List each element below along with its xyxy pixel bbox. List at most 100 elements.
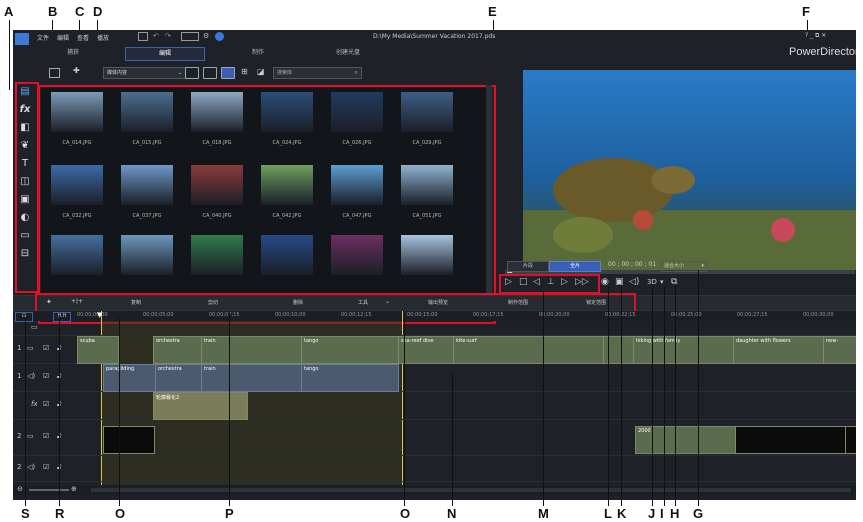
audio1-clip[interactable]: tango	[301, 364, 399, 392]
sort-icon[interactable]: ◪	[257, 67, 265, 76]
audio1-clip[interactable]: train	[201, 364, 303, 392]
copy-button[interactable]: 复制	[131, 299, 141, 306]
audio-mixing-room-icon[interactable]: ▣	[19, 194, 31, 206]
media-thumbnail[interactable]	[401, 235, 453, 275]
media-thumbnail[interactable]	[51, 235, 103, 275]
save-icon[interactable]	[138, 32, 148, 41]
volume-icon[interactable]: ◁)	[629, 277, 639, 287]
resolution-icon[interactable]	[181, 32, 199, 41]
video1-clip[interactable]: tango	[301, 336, 399, 364]
media-thumbnail[interactable]	[121, 92, 173, 132]
media-thumbnail[interactable]	[331, 235, 383, 275]
video1-clip[interactable]: scuba	[77, 336, 119, 364]
media-thumbnail[interactable]	[401, 92, 453, 132]
chapter-room-icon[interactable]: ▭	[19, 230, 31, 242]
video1-clip[interactable]: daughter with flowers	[733, 336, 825, 364]
video1-clip[interactable]: kite-surf	[453, 336, 605, 364]
menu-view[interactable]: 查看	[77, 33, 89, 42]
redo-icon[interactable]: ↷	[165, 32, 171, 40]
split-icon[interactable]: ⊥	[547, 277, 555, 287]
media-thumbnail[interactable]	[121, 165, 173, 205]
media-thumbnail[interactable]	[401, 165, 453, 205]
window-controls[interactable]: ? _ ⧉ ✕	[805, 32, 826, 40]
media-thumbnail[interactable]	[261, 92, 313, 132]
video1-clip[interactable]: train	[201, 336, 303, 364]
track-enable-checkbox[interactable]: ☑	[43, 463, 49, 471]
lock-range-button[interactable]: 锁定范围	[586, 299, 606, 306]
video1-clip[interactable]: hiking with family	[633, 336, 735, 364]
media-thumbnail[interactable]	[191, 235, 243, 275]
undo-icon[interactable]: ↶	[153, 32, 159, 40]
media-thumbnail[interactable]	[51, 92, 103, 132]
play-icon[interactable]: ▷	[505, 277, 512, 287]
settings-icon[interactable]: ⚙	[203, 32, 209, 40]
3d-mode-button[interactable]: 3D	[647, 278, 657, 286]
track-enable-checkbox[interactable]: ☑	[43, 432, 49, 440]
stop-icon[interactable]: □	[519, 277, 528, 287]
video2-clip[interactable]	[103, 426, 155, 454]
fx-clip[interactable]: 轮廓暴化2	[153, 392, 248, 420]
clip-mode-button[interactable]: 片段	[507, 261, 549, 272]
video2-clip[interactable]	[845, 426, 856, 454]
media-thumbnail[interactable]	[261, 165, 313, 205]
search-icon[interactable]: ⌕	[355, 68, 358, 78]
subtitle-room-icon[interactable]: ⊟	[19, 248, 31, 260]
menu-file[interactable]: 文件	[37, 33, 49, 42]
audio-filter-icon[interactable]	[221, 67, 235, 79]
magic-tools-icon[interactable]: ✦	[46, 298, 52, 306]
tools-button[interactable]: 工具	[358, 299, 368, 306]
library-scrollbar[interactable]	[486, 85, 492, 315]
transition-room-icon[interactable]: ◫	[19, 176, 31, 188]
cut-button[interactable]: 剪切	[208, 299, 218, 306]
media-thumbnail[interactable]	[191, 165, 243, 205]
media-thumbnail[interactable]	[331, 92, 383, 132]
media-thumbnail[interactable]	[331, 165, 383, 205]
media-filter-select[interactable]: 媒体内容 ⌄	[103, 67, 186, 79]
zoom-out-icon[interactable]: ⊖	[17, 485, 23, 493]
menu-edit[interactable]: 编辑	[57, 33, 69, 42]
chevron-down-icon[interactable]: ⌄	[385, 298, 390, 305]
video1-clip[interactable]: sea-reef dive	[398, 336, 455, 364]
plugins-icon[interactable]: ✚	[73, 66, 80, 75]
notification-icon[interactable]	[215, 32, 224, 41]
split-clip-icon[interactable]: +|+	[71, 298, 83, 305]
zoom-slider[interactable]	[29, 489, 69, 491]
produce-range-button[interactable]: 制作范围	[508, 299, 528, 306]
video1-clip[interactable]: new-	[823, 336, 856, 364]
library-search-input[interactable]: 搜索库 ⌕	[273, 67, 362, 79]
import-media-icon[interactable]	[49, 68, 60, 78]
timecode-display[interactable]: 00 ; 00 ; 00 ; 01	[608, 261, 656, 268]
zoom-in-icon[interactable]: ⊕	[71, 485, 77, 493]
video-filter-icon[interactable]	[185, 67, 199, 79]
fast-forward-icon[interactable]: ▷▷	[575, 277, 589, 287]
media-thumbnail[interactable]	[121, 235, 173, 275]
audio1-clip[interactable]: orchestra	[155, 364, 203, 392]
media-thumbnail[interactable]	[51, 165, 103, 205]
display-icon[interactable]: ▣	[615, 277, 624, 287]
image-filter-icon[interactable]	[203, 67, 217, 79]
media-thumbnail[interactable]	[191, 92, 243, 132]
pip-room-icon[interactable]: ◧	[19, 122, 31, 134]
playhead-icon[interactable]: ▼	[97, 311, 102, 319]
tab-produce[interactable]: 制作	[228, 47, 288, 59]
output-preview-button[interactable]: 输出预览	[428, 299, 448, 306]
delete-button[interactable]: 删除	[293, 299, 303, 306]
media-room-icon[interactable]: ▤	[19, 86, 31, 98]
track-enable-checkbox[interactable]: ☑	[43, 372, 49, 380]
menu-playback[interactable]: 播放	[97, 33, 109, 42]
next-frame-icon[interactable]: ▷	[561, 277, 568, 287]
video2-clip[interactable]: 2000	[635, 426, 737, 454]
track-enable-checkbox[interactable]: ☑	[43, 344, 49, 352]
tab-create-disc[interactable]: 创建光盘	[303, 47, 393, 59]
3d-dropdown-icon[interactable]: ▾	[660, 278, 664, 286]
previous-frame-icon[interactable]: ◁	[533, 277, 540, 287]
audio1-clip[interactable]: paragliding	[103, 364, 157, 392]
media-thumbnail[interactable]	[261, 235, 313, 275]
movie-mode-button[interactable]: 全片	[549, 261, 601, 272]
video1-clip[interactable]: orchestra	[153, 336, 203, 364]
fx-room-icon[interactable]: fx	[19, 104, 31, 116]
particle-room-icon[interactable]: ❦	[19, 140, 31, 152]
grid-view-icon[interactable]: ⊞	[241, 67, 248, 76]
fit-size-select[interactable]: 适合大小 ▾	[661, 261, 707, 272]
title-room-icon[interactable]: T	[19, 158, 31, 170]
